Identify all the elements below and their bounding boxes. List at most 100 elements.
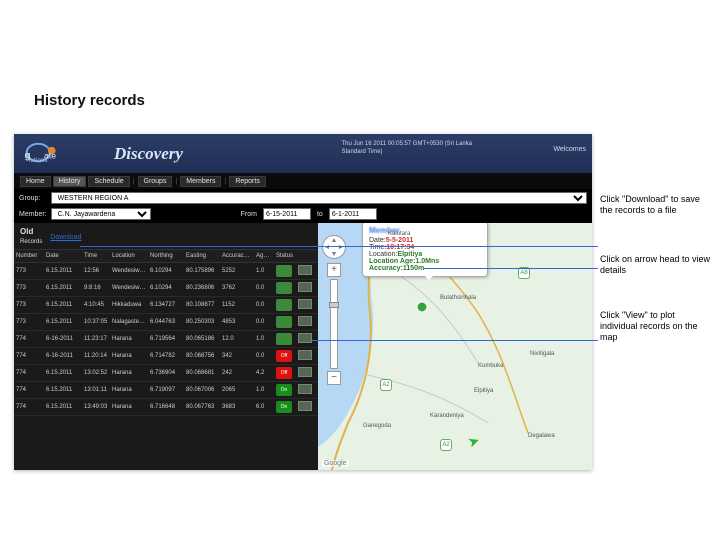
status-chip: Off xyxy=(276,367,292,379)
nav-history[interactable]: History xyxy=(53,176,87,187)
to-input[interactable] xyxy=(329,208,377,220)
cell-action[interactable] xyxy=(296,383,318,397)
cell-loc: Hikkaduwa xyxy=(110,301,148,309)
cell-action[interactable] xyxy=(296,332,318,346)
group-label: Group: xyxy=(19,195,47,202)
status-chip xyxy=(276,299,292,311)
cell-action[interactable] xyxy=(296,366,318,380)
cell-status: On xyxy=(274,383,296,397)
cell-loc: Harana xyxy=(110,369,148,377)
cell-northing: 6.719564 xyxy=(148,335,184,343)
bubble-acc-k: Accuracy: xyxy=(369,265,403,272)
cell-loc: Harana xyxy=(110,403,148,411)
cell-number: 773 xyxy=(14,318,44,326)
col-accuracy: Accuracy(m) xyxy=(220,252,254,260)
cell-easting: 80.068681 xyxy=(184,369,220,377)
zoom-out-button[interactable]: − xyxy=(327,371,341,385)
cell-time: 11:20:14 xyxy=(82,352,110,360)
cell-age: 4.2 xyxy=(254,369,274,377)
nav-schedule[interactable]: Schedule xyxy=(88,176,129,187)
callout-download: Click "Download" to save the records to … xyxy=(600,194,712,216)
nav-members[interactable]: Members xyxy=(180,176,221,187)
nav-groups[interactable]: Groups xyxy=(138,176,173,187)
map-panel[interactable]: + − Member Date:5-5-2011 Time:10:17:34 L… xyxy=(318,223,592,470)
bubble-age-v: 1.0Mns xyxy=(415,258,439,265)
map-place-label: Karandeniya xyxy=(430,413,464,419)
cell-age: 0.0 xyxy=(254,318,274,326)
download-link[interactable]: Download xyxy=(50,234,81,241)
cell-accuracy: 12.0 xyxy=(220,335,254,343)
to-label: to xyxy=(317,211,323,218)
cell-age: 0.0 xyxy=(254,301,274,309)
cell-accuracy: 5252 xyxy=(220,267,254,275)
cell-northing: 6.716648 xyxy=(148,403,184,411)
status-chip: On xyxy=(276,401,292,413)
cell-date: 6.15.2011 xyxy=(44,284,82,292)
cell-northing: 6.719097 xyxy=(148,386,184,394)
zoom-slider[interactable] xyxy=(330,279,338,369)
cell-time: 9:8:16 xyxy=(82,284,110,292)
cell-accuracy: 4853 xyxy=(220,318,254,326)
nav-home[interactable]: Home xyxy=(20,176,51,187)
cell-number: 774 xyxy=(14,403,44,411)
header-timestamp: Thu Jun 16 2011 00:05:57 GMT+0530 (Sri L… xyxy=(342,140,472,156)
cell-loc: Wendesiwatta xyxy=(110,267,148,275)
nav-separator: | xyxy=(133,178,135,185)
callout-view: Click "View" to plot individual records … xyxy=(600,310,712,343)
cell-easting: 80.067006 xyxy=(184,386,220,394)
cell-easting: 80.067763 xyxy=(184,403,220,411)
cell-status xyxy=(274,298,296,312)
callout-line xyxy=(312,340,598,341)
cell-time: 10:37:05 xyxy=(82,318,110,326)
col-status: Status xyxy=(274,252,296,260)
cell-age: 0.0 xyxy=(254,284,274,292)
zoom-thumb[interactable] xyxy=(329,302,339,308)
map-place-label: Degalawa xyxy=(528,433,555,439)
cell-status xyxy=(274,315,296,329)
cell-easting: 80.065186 xyxy=(184,335,220,343)
cell-action[interactable] xyxy=(296,264,318,278)
bubble-acc-v: 1150m xyxy=(403,265,424,272)
cell-accuracy: 3762 xyxy=(220,284,254,292)
cell-number: 774 xyxy=(14,386,44,394)
table-row: 7736.15.20114:10:45Hikkaduwa6.13472780.1… xyxy=(14,297,318,314)
table-row: 7746-16-201111:20:14Harana6.71478280.068… xyxy=(14,348,318,365)
header-welcome: Welcomes xyxy=(553,146,586,153)
cell-number: 773 xyxy=(14,284,44,292)
member-label: Member: xyxy=(19,211,47,218)
content-wrap: Old Records Download Number Date Time Lo… xyxy=(14,223,592,470)
member-select[interactable]: C.N. Jayawardena xyxy=(51,208,151,220)
cell-accuracy: 2065 xyxy=(220,386,254,394)
cell-status: On xyxy=(274,400,296,414)
group-select[interactable]: WESTERN REGION A xyxy=(51,192,587,204)
cell-time: 11:23:17 xyxy=(82,335,110,343)
route-badge: A2 xyxy=(440,439,452,451)
main-nav: Home History Schedule | Groups | Members… xyxy=(14,173,592,189)
table-row: 7746.15.201113:02:52Harana6.73690480.068… xyxy=(14,365,318,382)
pan-ring-icon[interactable] xyxy=(322,235,346,259)
cell-number: 773 xyxy=(14,301,44,309)
records-panel: Old Records Download Number Date Time Lo… xyxy=(14,223,318,470)
app-screenshot: gate lutions Discovery Thu Jun 16 2011 0… xyxy=(14,134,592,470)
cell-status: Off xyxy=(274,349,296,363)
cell-loc: Harana xyxy=(110,335,148,343)
cell-northing: 6.714782 xyxy=(148,352,184,360)
cell-number: 774 xyxy=(14,369,44,377)
cell-time: 4:10:45 xyxy=(82,301,110,309)
cell-northing: 6.10294 xyxy=(148,267,184,275)
callout-line xyxy=(80,246,598,247)
cell-easting: 80.108877 xyxy=(184,301,220,309)
nav-reports[interactable]: Reports xyxy=(229,176,266,187)
from-input[interactable] xyxy=(263,208,311,220)
cell-accuracy: 342 xyxy=(220,352,254,360)
cell-action[interactable] xyxy=(296,315,318,329)
map-place-label: Kalutara xyxy=(388,231,410,237)
zoom-in-button[interactable]: + xyxy=(327,263,341,277)
cell-action[interactable] xyxy=(296,298,318,312)
cell-action[interactable] xyxy=(296,281,318,295)
cell-action[interactable] xyxy=(296,349,318,363)
cell-date: 6.15.2011 xyxy=(44,301,82,309)
status-chip xyxy=(276,316,292,328)
cell-action[interactable] xyxy=(296,400,318,414)
brand-title: Discovery xyxy=(114,144,183,164)
